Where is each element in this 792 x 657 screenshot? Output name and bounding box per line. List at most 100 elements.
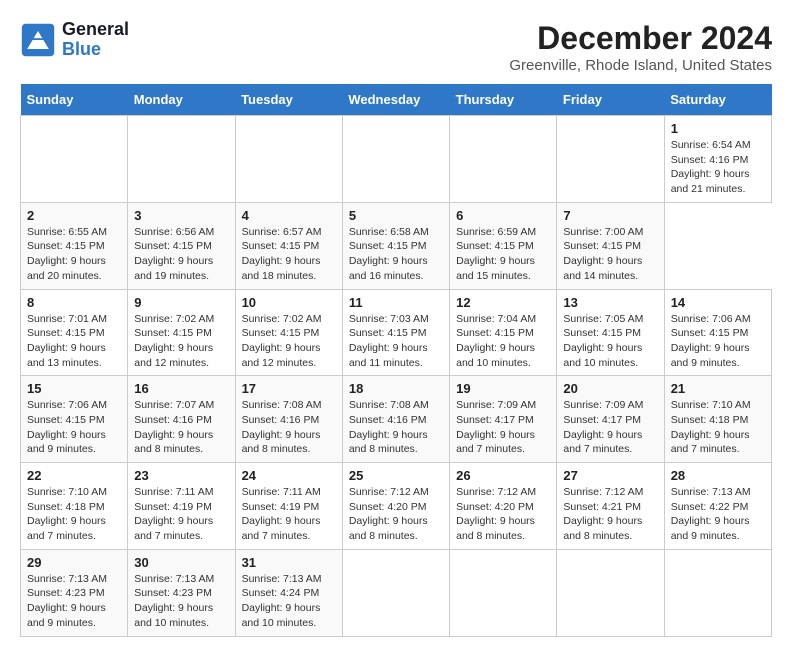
day-detail: Sunrise: 7:04 AMSunset: 4:15 PMDaylight:… <box>456 313 536 369</box>
col-monday: Monday <box>128 84 235 116</box>
main-title: December 2024 <box>509 20 772 57</box>
day-number: 24 <box>242 468 336 483</box>
day-number: 18 <box>349 381 443 396</box>
day-detail: Sunrise: 7:06 AMSunset: 4:15 PMDaylight:… <box>27 399 107 455</box>
day-detail: Sunrise: 7:02 AMSunset: 4:15 PMDaylight:… <box>134 313 214 369</box>
calendar-cell <box>235 116 342 203</box>
day-detail: Sunrise: 7:03 AMSunset: 4:15 PMDaylight:… <box>349 313 429 369</box>
col-thursday: Thursday <box>450 84 557 116</box>
calendar-cell: 19 Sunrise: 7:09 AMSunset: 4:17 PMDaylig… <box>450 376 557 463</box>
day-number: 22 <box>27 468 121 483</box>
day-number: 31 <box>242 555 336 570</box>
day-detail: Sunrise: 7:05 AMSunset: 4:15 PMDaylight:… <box>563 313 643 369</box>
calendar-cell: 16 Sunrise: 7:07 AMSunset: 4:16 PMDaylig… <box>128 376 235 463</box>
calendar-cell: 22 Sunrise: 7:10 AMSunset: 4:18 PMDaylig… <box>21 463 128 550</box>
day-number: 14 <box>671 295 765 310</box>
day-detail: Sunrise: 7:08 AMSunset: 4:16 PMDaylight:… <box>242 399 322 455</box>
calendar-week-1: 2 Sunrise: 6:55 AMSunset: 4:15 PMDayligh… <box>21 202 772 289</box>
calendar-week-2: 8 Sunrise: 7:01 AMSunset: 4:15 PMDayligh… <box>21 289 772 376</box>
calendar-cell: 1 Sunrise: 6:54 AMSunset: 4:16 PMDayligh… <box>664 116 771 203</box>
calendar-cell: 14 Sunrise: 7:06 AMSunset: 4:15 PMDaylig… <box>664 289 771 376</box>
calendar-cell: 4 Sunrise: 6:57 AMSunset: 4:15 PMDayligh… <box>235 202 342 289</box>
day-number: 25 <box>349 468 443 483</box>
day-detail: Sunrise: 6:57 AMSunset: 4:15 PMDaylight:… <box>242 226 322 282</box>
calendar-week-5: 29 Sunrise: 7:13 AMSunset: 4:23 PMDaylig… <box>21 549 772 636</box>
calendar-cell: 2 Sunrise: 6:55 AMSunset: 4:15 PMDayligh… <box>21 202 128 289</box>
calendar-cell: 10 Sunrise: 7:02 AMSunset: 4:15 PMDaylig… <box>235 289 342 376</box>
calendar-cell: 31 Sunrise: 7:13 AMSunset: 4:24 PMDaylig… <box>235 549 342 636</box>
calendar-table: Sunday Monday Tuesday Wednesday Thursday… <box>20 84 772 637</box>
day-number: 17 <box>242 381 336 396</box>
day-number: 26 <box>456 468 550 483</box>
day-detail: Sunrise: 6:54 AMSunset: 4:16 PMDaylight:… <box>671 139 751 195</box>
col-wednesday: Wednesday <box>342 84 449 116</box>
calendar-cell: 30 Sunrise: 7:13 AMSunset: 4:23 PMDaylig… <box>128 549 235 636</box>
header-row: Sunday Monday Tuesday Wednesday Thursday… <box>21 84 772 116</box>
calendar-cell: 5 Sunrise: 6:58 AMSunset: 4:15 PMDayligh… <box>342 202 449 289</box>
day-number: 2 <box>27 208 121 223</box>
day-detail: Sunrise: 6:59 AMSunset: 4:15 PMDaylight:… <box>456 226 536 282</box>
calendar-cell <box>557 116 664 203</box>
calendar-cell: 17 Sunrise: 7:08 AMSunset: 4:16 PMDaylig… <box>235 376 342 463</box>
day-detail: Sunrise: 7:13 AMSunset: 4:23 PMDaylight:… <box>134 573 214 629</box>
day-number: 1 <box>671 121 765 136</box>
day-number: 23 <box>134 468 228 483</box>
calendar-cell: 11 Sunrise: 7:03 AMSunset: 4:15 PMDaylig… <box>342 289 449 376</box>
calendar-cell: 7 Sunrise: 7:00 AMSunset: 4:15 PMDayligh… <box>557 202 664 289</box>
calendar-cell: 18 Sunrise: 7:08 AMSunset: 4:16 PMDaylig… <box>342 376 449 463</box>
day-detail: Sunrise: 7:12 AMSunset: 4:21 PMDaylight:… <box>563 486 643 542</box>
day-number: 9 <box>134 295 228 310</box>
calendar-cell: 9 Sunrise: 7:02 AMSunset: 4:15 PMDayligh… <box>128 289 235 376</box>
day-number: 6 <box>456 208 550 223</box>
calendar-week-0: 1 Sunrise: 6:54 AMSunset: 4:16 PMDayligh… <box>21 116 772 203</box>
day-number: 30 <box>134 555 228 570</box>
day-number: 13 <box>563 295 657 310</box>
calendar-cell: 26 Sunrise: 7:12 AMSunset: 4:20 PMDaylig… <box>450 463 557 550</box>
calendar-cell <box>557 549 664 636</box>
day-number: 29 <box>27 555 121 570</box>
calendar-cell <box>21 116 128 203</box>
day-number: 4 <box>242 208 336 223</box>
calendar-cell: 3 Sunrise: 6:56 AMSunset: 4:15 PMDayligh… <box>128 202 235 289</box>
day-detail: Sunrise: 7:02 AMSunset: 4:15 PMDaylight:… <box>242 313 322 369</box>
calendar-cell <box>342 549 449 636</box>
calendar-cell: 13 Sunrise: 7:05 AMSunset: 4:15 PMDaylig… <box>557 289 664 376</box>
day-number: 3 <box>134 208 228 223</box>
logo: GeneralBlue <box>20 20 129 60</box>
col-sunday: Sunday <box>21 84 128 116</box>
calendar-cell: 24 Sunrise: 7:11 AMSunset: 4:19 PMDaylig… <box>235 463 342 550</box>
calendar-header: Sunday Monday Tuesday Wednesday Thursday… <box>21 84 772 116</box>
day-number: 19 <box>456 381 550 396</box>
day-detail: Sunrise: 7:12 AMSunset: 4:20 PMDaylight:… <box>456 486 536 542</box>
logo-icon <box>20 22 56 58</box>
calendar-cell <box>664 549 771 636</box>
calendar-week-4: 22 Sunrise: 7:10 AMSunset: 4:18 PMDaylig… <box>21 463 772 550</box>
day-detail: Sunrise: 7:07 AMSunset: 4:16 PMDaylight:… <box>134 399 214 455</box>
day-number: 20 <box>563 381 657 396</box>
calendar-cell: 23 Sunrise: 7:11 AMSunset: 4:19 PMDaylig… <box>128 463 235 550</box>
calendar-cell: 27 Sunrise: 7:12 AMSunset: 4:21 PMDaylig… <box>557 463 664 550</box>
day-detail: Sunrise: 7:10 AMSunset: 4:18 PMDaylight:… <box>27 486 107 542</box>
day-number: 27 <box>563 468 657 483</box>
day-detail: Sunrise: 6:56 AMSunset: 4:15 PMDaylight:… <box>134 226 214 282</box>
col-friday: Friday <box>557 84 664 116</box>
day-detail: Sunrise: 7:09 AMSunset: 4:17 PMDaylight:… <box>563 399 643 455</box>
day-detail: Sunrise: 7:13 AMSunset: 4:22 PMDaylight:… <box>671 486 751 542</box>
day-number: 8 <box>27 295 121 310</box>
day-detail: Sunrise: 7:13 AMSunset: 4:24 PMDaylight:… <box>242 573 322 629</box>
day-detail: Sunrise: 7:00 AMSunset: 4:15 PMDaylight:… <box>563 226 643 282</box>
day-number: 16 <box>134 381 228 396</box>
calendar-cell: 15 Sunrise: 7:06 AMSunset: 4:15 PMDaylig… <box>21 376 128 463</box>
day-detail: Sunrise: 7:08 AMSunset: 4:16 PMDaylight:… <box>349 399 429 455</box>
day-detail: Sunrise: 7:11 AMSunset: 4:19 PMDaylight:… <box>134 486 213 542</box>
calendar-cell: 25 Sunrise: 7:12 AMSunset: 4:20 PMDaylig… <box>342 463 449 550</box>
day-number: 21 <box>671 381 765 396</box>
calendar-cell: 20 Sunrise: 7:09 AMSunset: 4:17 PMDaylig… <box>557 376 664 463</box>
day-number: 10 <box>242 295 336 310</box>
day-number: 28 <box>671 468 765 483</box>
calendar-cell: 28 Sunrise: 7:13 AMSunset: 4:22 PMDaylig… <box>664 463 771 550</box>
day-detail: Sunrise: 7:01 AMSunset: 4:15 PMDaylight:… <box>27 313 107 369</box>
day-detail: Sunrise: 7:10 AMSunset: 4:18 PMDaylight:… <box>671 399 751 455</box>
day-detail: Sunrise: 6:55 AMSunset: 4:15 PMDaylight:… <box>27 226 107 282</box>
calendar-cell <box>450 549 557 636</box>
